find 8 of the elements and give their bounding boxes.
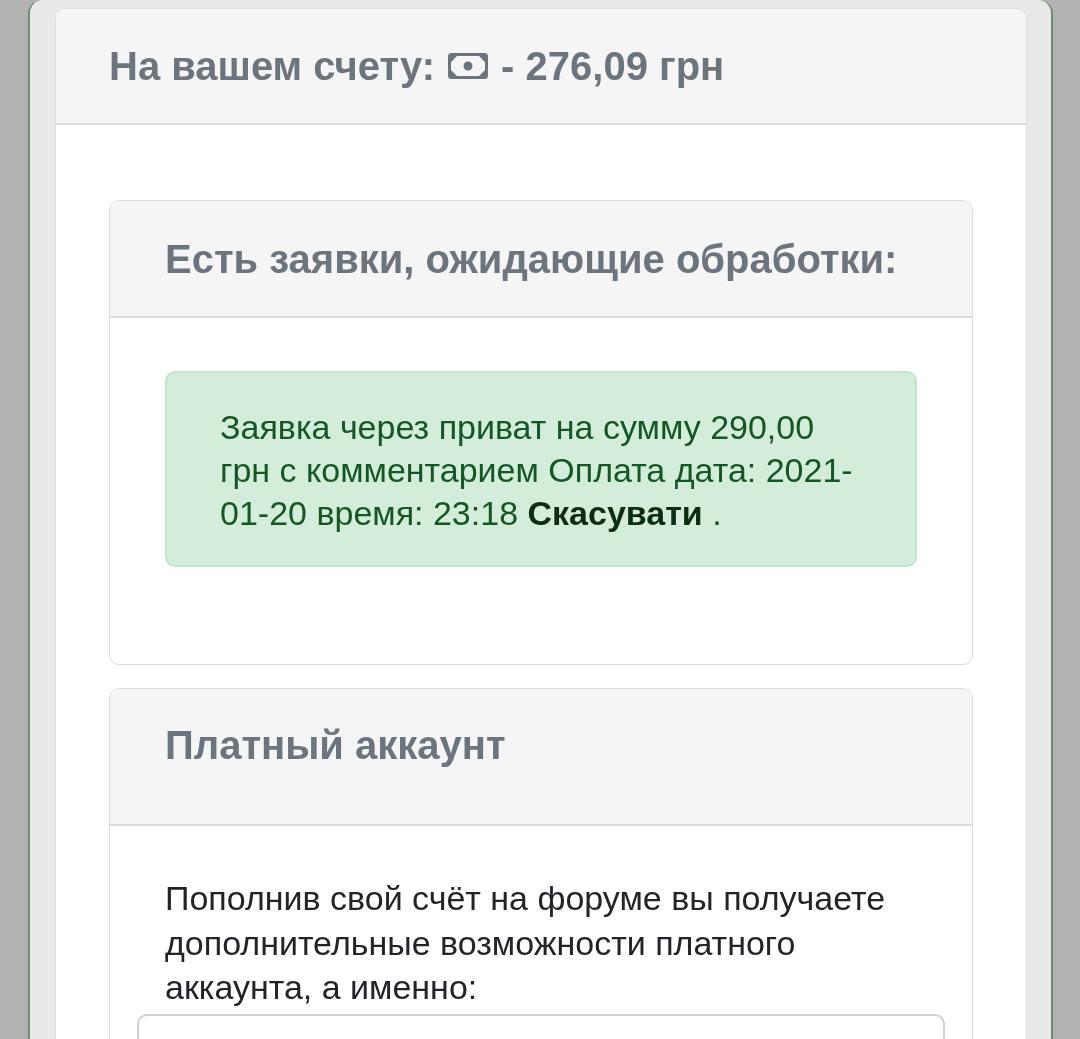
panel-title: Есть заявки, ожидающие обработки: bbox=[165, 235, 898, 283]
cancel-link[interactable]: Скасувати bbox=[527, 494, 703, 532]
banknote-icon bbox=[448, 53, 489, 79]
alert-message: Заявка через приват на сумму 290,00 грн с комментарием Оплата дата: 2021-01-20 время: 23:18 Скасувати . bbox=[220, 407, 854, 534]
balance-label: На вашем счету: bbox=[109, 43, 436, 90]
panel-title: Платный аккаунт bbox=[165, 722, 506, 769]
description-text: Пополнив свой счёт на форуме вы получаете дополнительные возможности платного аккаунта, а именно: bbox=[165, 878, 887, 1008]
balance-amount: - 276,09 грн bbox=[501, 43, 725, 90]
